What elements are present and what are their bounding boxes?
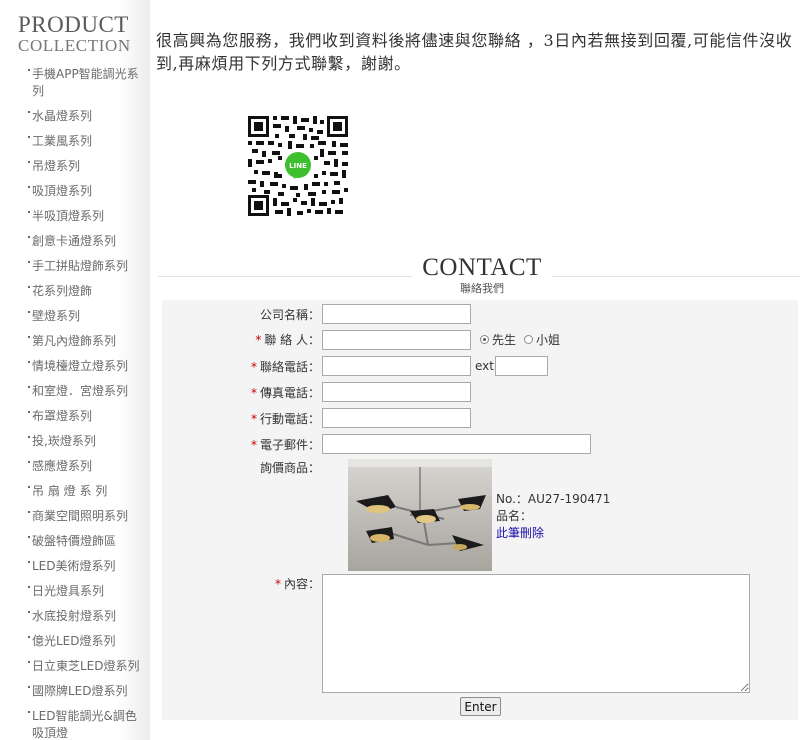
sidebar-item[interactable]: 日光燈具系列 (0, 583, 150, 600)
required-mark: * (255, 333, 262, 347)
sidebar-item[interactable]: 水晶燈系列 (0, 108, 150, 125)
sidebar-subtitle: COLLECTION (18, 36, 131, 55)
divider (552, 276, 800, 277)
line-badge-label: LINE (289, 162, 307, 170)
content-label: 內容： (283, 577, 320, 591)
sidebar-item[interactable]: 花系列燈飾 (0, 283, 150, 300)
sidebar-item[interactable]: 第凡內燈飾系列 (0, 333, 150, 350)
sidebar-item[interactable]: 國際牌LED燈系列 (0, 683, 150, 700)
contact-subtitle: 聯絡我們 (460, 282, 504, 295)
sidebar-item[interactable]: 商業空間照明系列 (0, 508, 150, 525)
required-mark: * (250, 386, 257, 400)
sidebar-item[interactable]: LED美術燈系列 (0, 558, 150, 575)
content-textarea[interactable] (322, 574, 750, 693)
sidebar-item[interactable]: 手工拼貼燈飾系列 (0, 258, 150, 275)
ext-label: ext (475, 359, 494, 373)
email-input[interactable] (322, 434, 591, 454)
intro-message: 很高興為您服務，我們收到資料後將儘速與您聯絡 ，3日內若無接到回覆,可能信件沒收… (156, 31, 793, 73)
sidebar-title: PRODUCT (18, 12, 129, 37)
email-label-row: * 電子郵件： (160, 437, 320, 453)
email-label: 電子郵件： (259, 438, 320, 452)
title-mr-label: 先生 (492, 333, 517, 347)
sidebar-item[interactable]: 情境檯燈立燈系列 (0, 358, 150, 375)
contact-person-label-row: * 聯 絡 人： (160, 332, 320, 348)
sidebar-item[interactable]: 半吸頂燈系列 (0, 208, 150, 225)
sidebar-item[interactable]: 創意卡通燈系列 (0, 233, 150, 250)
phone-label-row: * 聯絡電話： (160, 359, 320, 375)
title-ms-label: 小姐 (536, 333, 561, 347)
company-input[interactable] (322, 304, 471, 324)
phone-input[interactable] (322, 356, 471, 376)
sidebar-item[interactable]: 水底投射燈系列 (0, 608, 150, 625)
fax-label: 傳真電話： (259, 386, 320, 400)
sidebar-item[interactable]: 手機APP智能調光系列 (0, 66, 150, 100)
sidebar-item[interactable]: 壁燈系列 (0, 308, 150, 325)
product-image (348, 459, 492, 571)
ext-input[interactable] (495, 356, 548, 376)
mobile-label: 行動電話： (259, 412, 320, 426)
sidebar-item[interactable]: 和室燈．宮燈系列 (0, 383, 150, 400)
company-label: 公司名稱： (259, 308, 320, 322)
line-qr-code-icon: LINE (248, 116, 348, 216)
contact-person-label: 聯 絡 人： (264, 333, 320, 347)
enter-button[interactable]: Enter (460, 697, 501, 716)
contact-title: CONTACT (422, 254, 542, 281)
product-label: 詢價商品： (259, 461, 320, 475)
delete-item-link[interactable]: 此筆刪除 (496, 525, 544, 541)
divider (158, 276, 412, 277)
sidebar-item[interactable]: 感應燈系列 (0, 458, 150, 475)
fax-input[interactable] (322, 382, 471, 402)
contact-person-input[interactable] (322, 330, 471, 350)
product-name-label: 品名： (496, 509, 533, 523)
required-mark: * (274, 577, 281, 591)
required-mark: * (250, 412, 257, 426)
sidebar-item[interactable]: 吊燈系列 (0, 158, 150, 175)
required-mark: * (250, 360, 257, 374)
sidebar-item[interactable]: 破盤特價燈飾區 (0, 533, 150, 550)
sidebar-item[interactable]: 布罩燈系列 (0, 408, 150, 425)
mobile-label-row: * 行動電話： (160, 411, 320, 427)
sidebar-item[interactable]: 億光LED燈系列 (0, 633, 150, 650)
mobile-input[interactable] (322, 408, 471, 428)
sidebar-item[interactable]: 投,崁燈系列 (0, 433, 150, 450)
sidebar-item[interactable]: 日立東芝LED燈系列 (0, 658, 150, 675)
phone-label: 聯絡電話： (259, 360, 320, 374)
sidebar: PRODUCT COLLECTION 手機APP智能調光系列 水晶燈系列 工業風… (0, 0, 150, 740)
fax-label-row: * 傳真電話： (160, 385, 320, 401)
content-label-row: * 內容： (160, 576, 320, 592)
required-mark: * (250, 438, 257, 452)
product-number: No.：AU27-190471 (496, 492, 611, 506)
sidebar-item[interactable]: 吸頂燈系列 (0, 183, 150, 200)
sidebar-item[interactable]: 工業風系列 (0, 133, 150, 150)
product-category-list: 手機APP智能調光系列 水晶燈系列 工業風系列 吊燈系列 吸頂燈系列 半吸頂燈系… (0, 66, 150, 740)
sidebar-item[interactable]: LED智能調光&調色吸頂燈 (0, 708, 150, 740)
title-ms-radio[interactable] (524, 335, 533, 344)
sidebar-item[interactable]: 吊 扇 燈 系 列 (0, 483, 150, 500)
title-mr-radio[interactable] (480, 335, 489, 344)
